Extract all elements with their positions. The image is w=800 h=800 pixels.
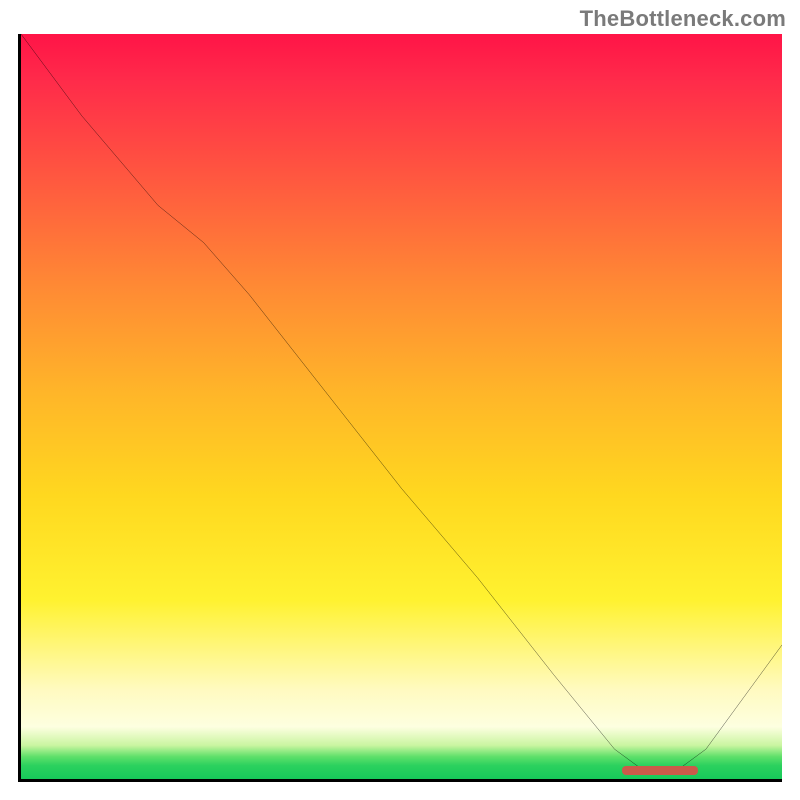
watermark-text: TheBottleneck.com <box>580 6 786 32</box>
chart-stage: TheBottleneck.com <box>0 0 800 800</box>
bottleneck-curve <box>21 34 782 779</box>
plot-area <box>18 34 782 782</box>
optimal-range-marker <box>622 766 698 775</box>
